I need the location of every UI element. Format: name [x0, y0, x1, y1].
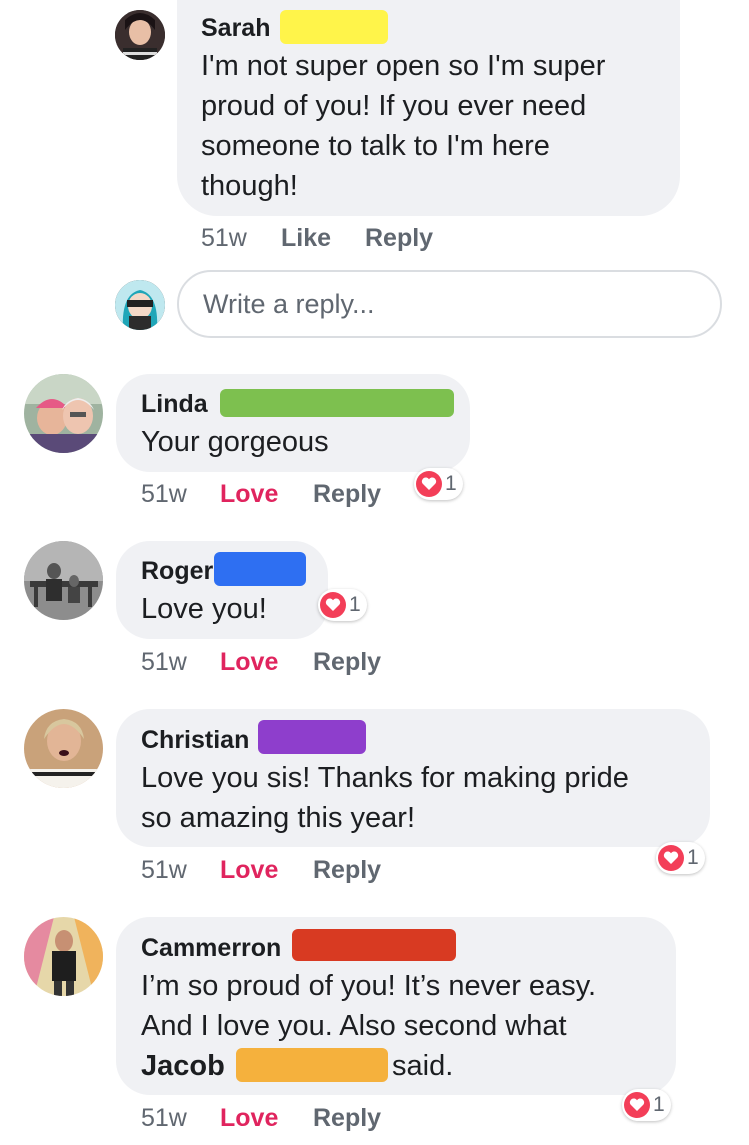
comment-timestamp[interactable]: 51w [141, 480, 187, 509]
reaction-count: 1 [653, 1093, 665, 1116]
mention-redaction [236, 1048, 388, 1082]
commenter-name[interactable]: Cammerron [141, 934, 281, 963]
reaction-count-badge[interactable]: 1 [622, 1089, 671, 1121]
reply-button[interactable]: Reply [313, 648, 381, 677]
heart-icon [658, 845, 684, 871]
comment-line: so amazing this year! [141, 802, 416, 834]
love-button[interactable]: Love [220, 648, 278, 677]
reply-button[interactable]: Reply [313, 1104, 381, 1133]
comment-line: though! [201, 170, 298, 202]
comment-line: someone to talk to I'm here [201, 130, 550, 162]
commenter-name[interactable]: Christian [141, 726, 249, 755]
reaction-count: 1 [349, 593, 361, 616]
avatar-linda[interactable] [24, 374, 103, 453]
reaction-count-badge[interactable]: 1 [414, 468, 463, 500]
name-redaction [280, 10, 388, 44]
avatar-sarah[interactable] [115, 10, 165, 60]
comment-line: And I love you. Also second what [141, 1010, 567, 1042]
heart-icon [624, 1092, 650, 1118]
comment-line: I’m so proud of you! It’s never easy. [141, 970, 597, 1002]
comment-timestamp[interactable]: 51w [141, 856, 187, 885]
comment-line: proud of you! If you ever need [201, 90, 587, 122]
avatar-current-user [115, 280, 165, 330]
reaction-count: 1 [687, 846, 699, 869]
comment-line: Love you sis! Thanks for making pride [141, 762, 629, 794]
love-button[interactable]: Love [220, 856, 278, 885]
reaction-count-badge[interactable]: 1 [656, 842, 705, 874]
heart-icon [416, 471, 442, 497]
reaction-count: 1 [445, 472, 457, 495]
reply-button[interactable]: Reply [365, 224, 433, 253]
love-button[interactable]: Love [220, 480, 278, 509]
write-reply-input[interactable]: Write a reply... [177, 270, 722, 338]
profile-photo [24, 917, 103, 996]
profile-photo [24, 374, 103, 453]
commenter-name[interactable]: Linda [141, 390, 208, 419]
profile-photo [24, 709, 103, 788]
heart-icon [320, 592, 346, 618]
comment-line: I'm not super open so I'm super [201, 50, 606, 82]
mention-link[interactable]: Jacob [141, 1046, 225, 1086]
profile-photo [24, 541, 103, 620]
reply-button[interactable]: Reply [313, 856, 381, 885]
name-redaction [258, 720, 366, 754]
reaction-count-badge[interactable]: 1 [318, 589, 367, 621]
avatar-cammerron[interactable] [24, 917, 103, 996]
comment-line: said. [392, 1050, 454, 1082]
comment-timestamp[interactable]: 51w [201, 224, 247, 253]
name-redaction [220, 389, 454, 417]
name-redaction [292, 929, 456, 961]
name-redaction [214, 552, 306, 586]
comment-text: Your gorgeous [141, 426, 329, 458]
commenter-name[interactable]: Sarah [201, 14, 270, 43]
profile-photo [115, 280, 165, 330]
comment-timestamp[interactable]: 51w [141, 1104, 187, 1133]
profile-photo [115, 10, 165, 60]
avatar-christian[interactable] [24, 709, 103, 788]
commenter-name[interactable]: Roger [141, 557, 213, 586]
reply-placeholder: Write a reply... [203, 289, 375, 319]
love-button[interactable]: Love [220, 1104, 278, 1133]
avatar-roger[interactable] [24, 541, 103, 620]
comment-text: Love you! [141, 593, 267, 625]
comment-timestamp[interactable]: 51w [141, 648, 187, 677]
reply-button[interactable]: Reply [313, 480, 381, 509]
like-button[interactable]: Like [281, 224, 331, 253]
